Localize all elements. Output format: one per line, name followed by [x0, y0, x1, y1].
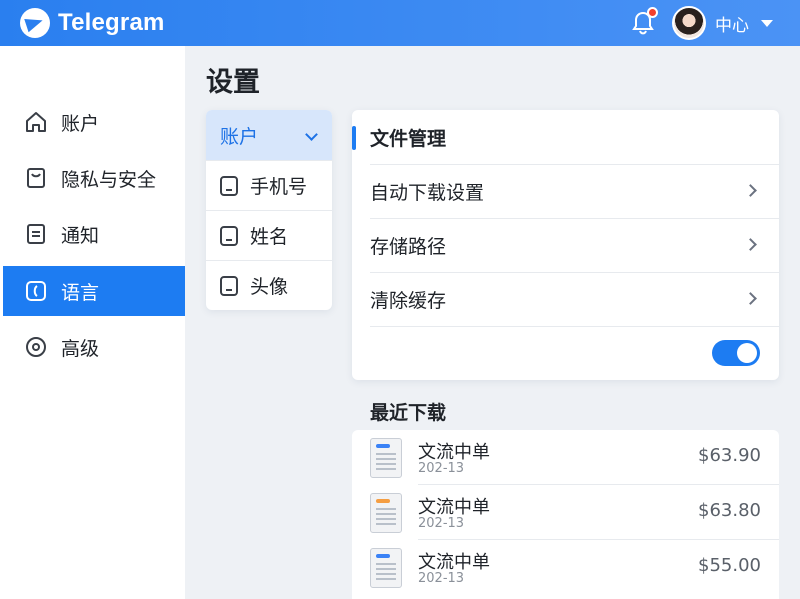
target-icon	[23, 334, 49, 360]
page-title: 设置	[206, 67, 260, 98]
chevron-down-icon	[305, 128, 318, 141]
toggle-switch[interactable]	[712, 340, 760, 366]
recent-downloads: 最近下载 文流中单 202-13 $63.90 文流中单 202-13 $63.…	[352, 386, 779, 599]
sidebar-item-label: 高级	[61, 337, 100, 360]
phone-icon	[220, 175, 238, 196]
sidebar-item-account[interactable]: 账户	[3, 97, 185, 147]
file-price: $63.80	[698, 500, 761, 521]
chevron-down-icon[interactable]	[761, 19, 773, 27]
avatar-icon	[220, 275, 238, 296]
sidebar-item-label: 账户	[61, 112, 100, 135]
name-icon	[220, 225, 238, 246]
file-price: $63.90	[698, 445, 761, 466]
user-menu[interactable]: 中心	[672, 5, 773, 41]
brand-name: Telegram	[58, 9, 165, 36]
language-icon	[23, 278, 49, 304]
account-submenu: 账户 手机号 姓名 头像	[206, 110, 332, 310]
home-icon	[23, 109, 49, 135]
top-bar: Telegram 中心	[0, 0, 800, 46]
file-icon	[370, 548, 402, 588]
list-item[interactable]: 文流中单 202-13 $63.90	[352, 430, 779, 485]
row-label: 清除缓存	[370, 290, 447, 312]
brand[interactable]: Telegram	[20, 6, 165, 40]
submenu-header-label: 账户	[220, 125, 259, 148]
sidebar-item-notifications[interactable]: 通知	[3, 209, 185, 259]
file-date: 202-13	[418, 461, 465, 476]
storage-path-row[interactable]: 存储路径	[370, 218, 779, 272]
sidebar-item-label: 通知	[61, 224, 100, 247]
user-name: 中心	[715, 15, 749, 36]
section-title: 最近下载	[370, 402, 447, 424]
avatar[interactable]	[672, 6, 706, 40]
submenu-item-avatar[interactable]: 头像	[206, 260, 332, 310]
telegram-logo-icon	[20, 8, 50, 38]
submenu-item-phone[interactable]: 手机号	[206, 160, 332, 210]
sidebar-item-label: 隐私与安全	[61, 168, 157, 191]
submenu-item-label: 头像	[250, 276, 289, 298]
list-item[interactable]: 文流中单 202-13 $55.00	[352, 540, 779, 595]
file-price: $55.00	[698, 555, 761, 576]
notification-bell-icon[interactable]	[630, 7, 658, 36]
file-date: 202-13	[418, 516, 465, 531]
shield-icon	[23, 165, 49, 191]
toggle-knob	[737, 343, 757, 363]
document-icon	[23, 221, 49, 247]
chevron-right-icon	[744, 292, 757, 305]
auto-download-settings-row[interactable]: 自动下载设置	[370, 164, 779, 218]
row-label: 自动下载设置	[370, 182, 485, 204]
file-icon	[370, 493, 402, 533]
sidebar-item-privacy[interactable]: 隐私与安全	[3, 153, 185, 203]
sidebar-item-label: 语言	[61, 281, 100, 304]
file-icon	[370, 438, 402, 478]
download-list: 文流中单 202-13 $63.90 文流中单 202-13 $63.80 文流…	[352, 430, 779, 599]
file-management-panel: 文件管理 自动下载设置 存储路径 清除缓存	[352, 110, 779, 380]
row-label: 存储路径	[370, 236, 447, 258]
chevron-right-icon	[744, 238, 757, 251]
sidebar-item-language[interactable]: 语言	[3, 266, 185, 316]
notification-badge	[647, 7, 658, 18]
submenu-item-label: 手机号	[250, 176, 308, 198]
submenu-item-name[interactable]: 姓名	[206, 210, 332, 260]
clear-cache-row[interactable]: 清除缓存	[370, 272, 779, 326]
submenu-item-label: 姓名	[250, 226, 289, 248]
sidebar-item-advanced[interactable]: 高级	[3, 322, 185, 372]
file-date: 202-13	[418, 571, 465, 586]
sidebar: 账户 隐私与安全 通知 语言 高级	[0, 46, 185, 599]
section-title: 文件管理	[370, 128, 447, 150]
list-item[interactable]: 文流中单 202-13 $63.80	[352, 485, 779, 540]
section-accent-bar	[352, 126, 356, 150]
submenu-header[interactable]: 账户	[206, 110, 332, 160]
chevron-right-icon	[744, 184, 757, 197]
